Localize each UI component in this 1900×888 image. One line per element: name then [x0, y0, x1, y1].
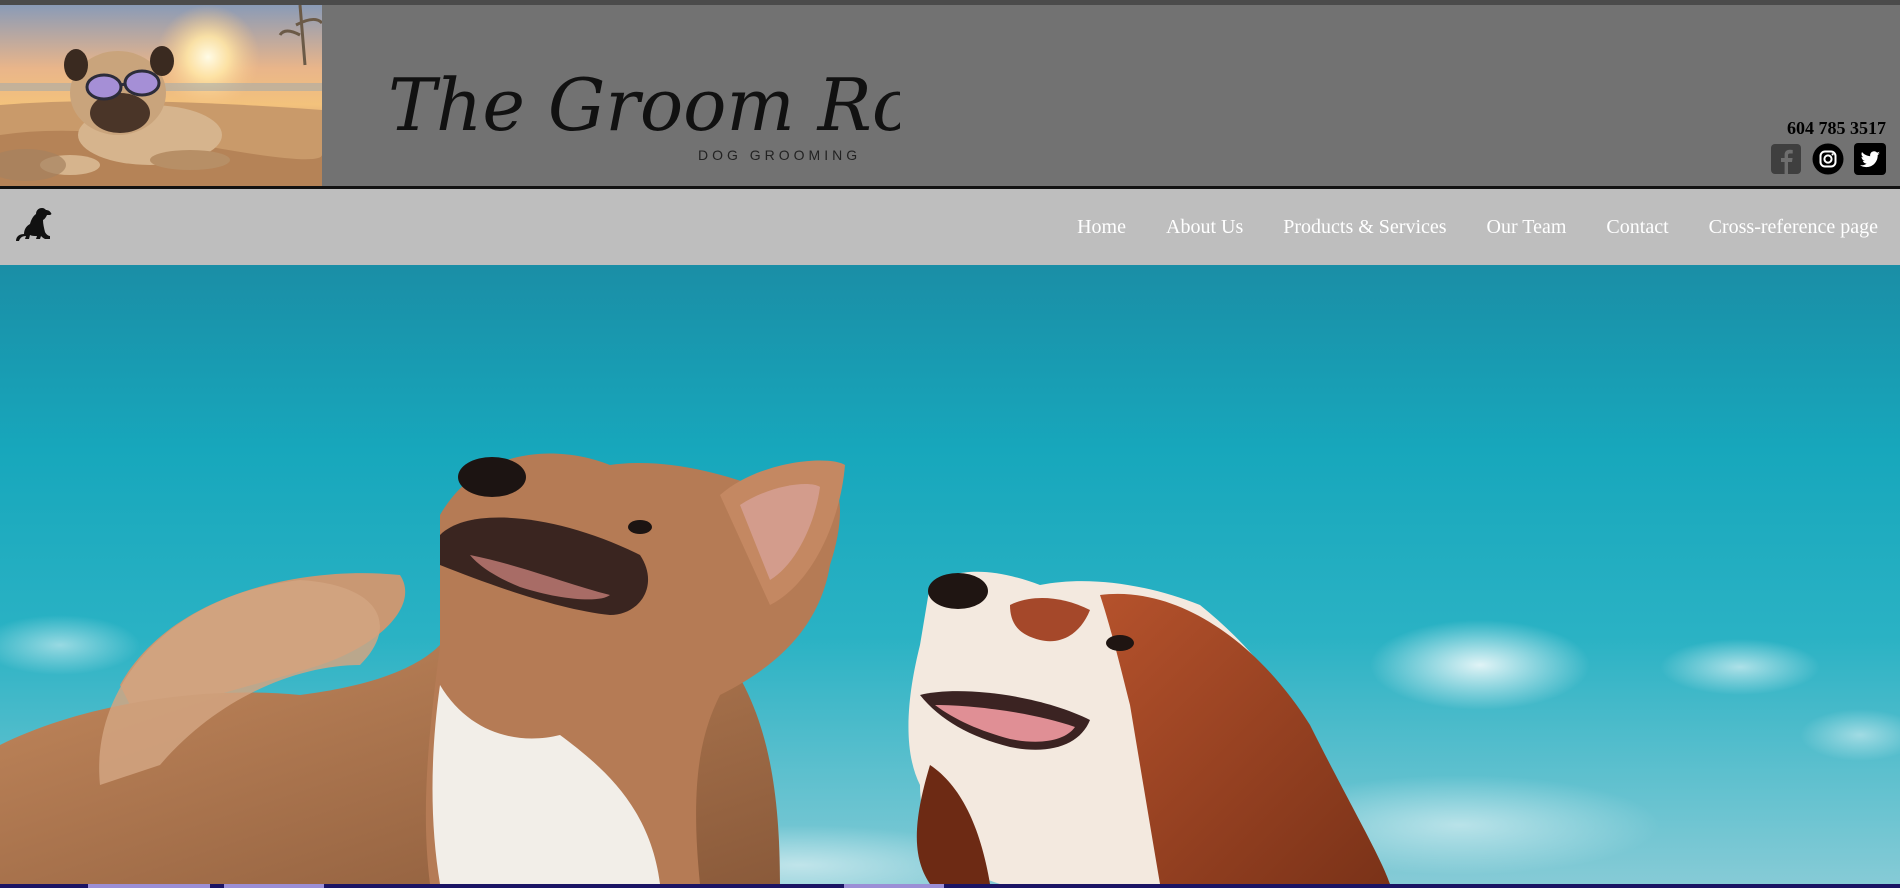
bottom-strip-segment: [88, 884, 210, 888]
facebook-icon[interactable]: [1770, 143, 1802, 175]
bottom-strip: [0, 884, 1900, 888]
logo-subtitle: DOG GROOMING: [698, 147, 862, 163]
nav-our-team[interactable]: Our Team: [1487, 216, 1567, 238]
dog-silhouette-icon[interactable]: [12, 203, 56, 247]
header-pug-image: [0, 5, 322, 186]
bottom-strip-segment: [224, 884, 324, 888]
instagram-icon[interactable]: [1812, 143, 1844, 175]
bottom-strip-segment: [844, 884, 944, 888]
nav-home[interactable]: Home: [1077, 216, 1126, 238]
site-logo[interactable]: The Groom Room DOG GROOMING: [380, 35, 1027, 175]
two-dogs-photo: [0, 265, 1900, 884]
site-header: The Groom Room DOG GROOMING 604 785 3517: [0, 0, 1900, 189]
social-links: [1770, 143, 1886, 175]
nav-cross-reference[interactable]: Cross-reference page: [1709, 216, 1878, 238]
twitter-icon[interactable]: [1854, 143, 1886, 175]
nav-about-us[interactable]: About Us: [1166, 216, 1243, 238]
phone-number: 604 785 3517: [1787, 118, 1886, 138]
hero-image: [0, 265, 1900, 884]
nav-links: Home About Us Products & Services Our Te…: [1077, 189, 1878, 265]
nav-products-services[interactable]: Products & Services: [1283, 216, 1446, 238]
page-content: The Groom Room DOG GROOMING 604 785 3517: [0, 0, 1900, 888]
main-navbar: Home About Us Products & Services Our Te…: [0, 189, 1900, 265]
nav-contact[interactable]: Contact: [1606, 216, 1668, 238]
page: The Groom Room DOG GROOMING 604 785 3517: [0, 0, 1900, 888]
pug-beach-photo: [0, 5, 322, 186]
logo-title: The Groom Room: [388, 63, 900, 147]
contact-block: 604 785 3517: [1770, 117, 1886, 175]
